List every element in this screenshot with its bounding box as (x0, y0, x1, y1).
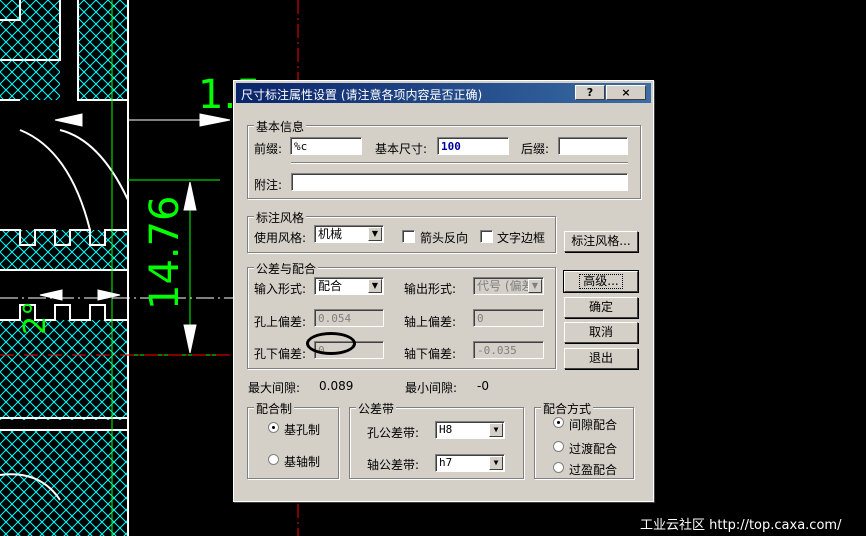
hole-tolerance-select[interactable]: H8 ▼ (435, 421, 505, 439)
dialog-title: 尺寸标注属性设置 (请注意各项内容是否正确) (241, 88, 483, 102)
clearance-fit-label[interactable]: 间隙配合 (569, 416, 617, 433)
max-clearance-label: 最大间隙: (248, 381, 301, 395)
exit-button-label: 退出 (588, 351, 613, 365)
shaft-tolerance-value: h7 (439, 456, 453, 469)
shaft-lower-input[interactable]: -0.035 (473, 341, 544, 359)
interference-fit-radio[interactable] (553, 462, 564, 473)
min-clearance-label: 最小间隙: (405, 381, 458, 395)
chevron-down-icon[interactable]: ▼ (528, 279, 542, 293)
shaft-upper-input[interactable]: 0 (473, 309, 544, 327)
tolerance-fit-caption: 公差与配合 (254, 260, 319, 277)
hole-upper-input[interactable]: 0.054 (314, 309, 384, 327)
hatch-region (0, 430, 128, 536)
hole-basis-radio[interactable] (268, 422, 279, 433)
base-size-input[interactable]: 100 (437, 137, 509, 155)
note-label: 附注: (254, 178, 283, 192)
shaft-tolerance-label: 轴公差带: (367, 458, 420, 472)
annotation-ellipse (306, 332, 356, 355)
dimension-text-vertical: 14.76 (142, 195, 188, 310)
title-bar[interactable]: 尺寸标注属性设置 (请注意各项内容是否正确) ? × (236, 83, 651, 103)
shaft-basis-label[interactable]: 基轴制 (284, 453, 320, 470)
output-form-select[interactable]: 代号 (偏差) ▼ (473, 277, 544, 295)
text-border-label[interactable]: 文字边框 (497, 229, 545, 246)
output-form-label: 输出形式: (404, 282, 457, 296)
hatch-region (78, 0, 128, 100)
advanced-button-label: 高级... (579, 274, 623, 289)
arrow-reverse-label[interactable]: 箭头反向 (420, 229, 468, 246)
use-style-select[interactable]: 机械 ▼ (314, 225, 384, 243)
use-style-value: 机械 (318, 227, 343, 241)
base-size-label: 基本尺寸: (375, 142, 428, 156)
input-form-value: 配合 (318, 279, 343, 293)
hole-basis-label[interactable]: 基孔制 (284, 421, 320, 438)
max-clearance-value: 0.089 (319, 379, 354, 393)
shaft-basis-radio[interactable] (268, 454, 279, 465)
input-form-select[interactable]: 配合 ▼ (314, 277, 384, 295)
advanced-button[interactable]: 高级... (563, 270, 639, 293)
hatch-region (0, 0, 60, 100)
text-border-checkbox[interactable] (480, 230, 493, 243)
separator (291, 162, 628, 164)
close-icon: × (621, 86, 631, 99)
suffix-input[interactable] (558, 137, 628, 155)
dimension-style-button-label: 标注风格... (571, 234, 631, 248)
interference-fit-label[interactable]: 过盈配合 (569, 461, 617, 478)
chevron-down-icon[interactable]: ▼ (489, 456, 503, 470)
chevron-down-icon[interactable]: ▼ (368, 279, 382, 293)
min-clearance-value: -0 (477, 379, 489, 393)
transition-fit-radio[interactable] (553, 441, 564, 452)
ok-button-label: 确定 (588, 300, 613, 314)
shaft-tolerance-select[interactable]: h7 ▼ (435, 454, 505, 472)
clearance-fit-radio[interactable] (553, 417, 564, 428)
note-input[interactable] (291, 173, 628, 191)
cancel-button-label: 取消 (588, 325, 613, 339)
ok-button[interactable]: 确定 (564, 297, 638, 318)
exit-button[interactable]: 退出 (564, 348, 638, 369)
help-button[interactable]: ? (575, 85, 605, 100)
angle-text: 2° (18, 301, 53, 335)
close-button[interactable]: × (606, 85, 646, 100)
watermark: 工业云社区 http://top.caxa.com/ (640, 518, 842, 533)
input-form-label: 输入形式: (254, 282, 307, 296)
arrow-reverse-checkbox[interactable] (402, 230, 415, 243)
chevron-down-icon[interactable]: ▼ (489, 423, 503, 437)
shaft-upper-label: 轴上偏差: (404, 315, 457, 329)
help-icon: ? (586, 86, 594, 99)
hole-tolerance-value: H8 (439, 423, 453, 436)
dimension-style-button[interactable]: 标注风格... (564, 231, 638, 252)
prefix-label: 前缀: (254, 142, 283, 156)
prefix-input[interactable]: %c (290, 137, 362, 155)
chevron-down-icon[interactable]: ▼ (368, 227, 382, 241)
cancel-button[interactable]: 取消 (564, 322, 638, 343)
fit-system-caption: 配合制 (254, 400, 295, 417)
dimension-style-caption: 标注风格 (254, 209, 307, 226)
shaft-lower-label: 轴下偏差: (404, 347, 457, 361)
use-style-label: 使用风格: (254, 231, 307, 245)
dimension-properties-dialog: 尺寸标注属性设置 (请注意各项内容是否正确) ? × 基本信息 前缀: %c 基… (233, 80, 654, 502)
tolerance-band-caption: 公差带 (356, 400, 397, 417)
transition-fit-label[interactable]: 过渡配合 (569, 440, 617, 457)
suffix-label: 后缀: (521, 142, 550, 156)
hole-upper-label: 孔上偏差: (254, 315, 307, 329)
basic-info-caption: 基本信息 (254, 118, 307, 135)
fit-type-caption: 配合方式 (541, 400, 594, 417)
hole-tolerance-label: 孔公差带: (367, 426, 420, 440)
hole-lower-label: 孔下偏差: (254, 347, 307, 361)
